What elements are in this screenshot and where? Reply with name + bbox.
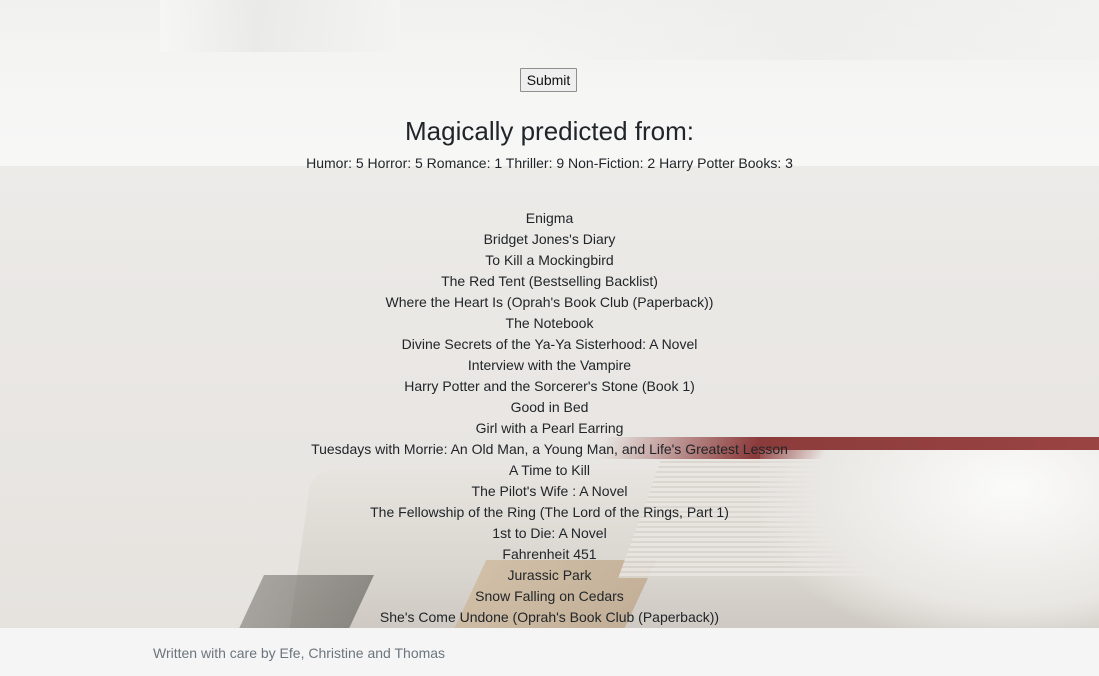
footer-credit: Written with care by Efe, Christine and …: [153, 645, 446, 661]
list-item: The Fellowship of the Ring (The Lord of …: [370, 504, 729, 520]
footer: Written with care by Efe, Christine and …: [0, 628, 1099, 676]
main-content: Submit Magically predicted from: Humor: …: [0, 0, 1099, 628]
list-item: She's Come Undone (Oprah's Book Club (Pa…: [379, 609, 720, 625]
page: Submit Magically predicted from: Humor: …: [0, 0, 1099, 676]
list-item: The Notebook: [505, 315, 594, 331]
preferences-summary: Humor: 5 Horror: 5 Romance: 1 Thriller: …: [306, 155, 793, 171]
list-item: Girl with a Pearl Earring: [475, 420, 624, 436]
list-item: Fahrenheit 451: [502, 546, 597, 562]
submit-button[interactable]: Submit: [520, 68, 577, 92]
list-item: Where the Heart Is (Oprah's Book Club (P…: [385, 294, 714, 310]
book-recommendation-list: Enigma Bridget Jones's Diary To Kill a M…: [0, 208, 1099, 628]
list-item: To Kill a Mockingbird: [485, 252, 614, 268]
list-item: The Red Tent (Bestselling Backlist): [441, 273, 658, 289]
list-item: The Pilot's Wife : A Novel: [471, 483, 628, 499]
list-item: Tuesdays with Morrie: An Old Man, a Youn…: [311, 441, 788, 457]
list-item: Enigma: [525, 210, 574, 226]
list-item: Good in Bed: [510, 399, 589, 415]
list-item: 1st to Die: A Novel: [492, 525, 607, 541]
list-item: Harry Potter and the Sorcerer's Stone (B…: [404, 378, 695, 394]
list-item: Snow Falling on Cedars: [475, 588, 624, 604]
results-heading: Magically predicted from:: [405, 116, 694, 146]
list-item: Bridget Jones's Diary: [483, 231, 616, 247]
list-item: Interview with the Vampire: [467, 357, 632, 373]
list-item: Divine Secrets of the Ya-Ya Sisterhood: …: [401, 336, 698, 352]
list-item: A Time to Kill: [509, 462, 590, 478]
list-item: Jurassic Park: [507, 567, 592, 583]
